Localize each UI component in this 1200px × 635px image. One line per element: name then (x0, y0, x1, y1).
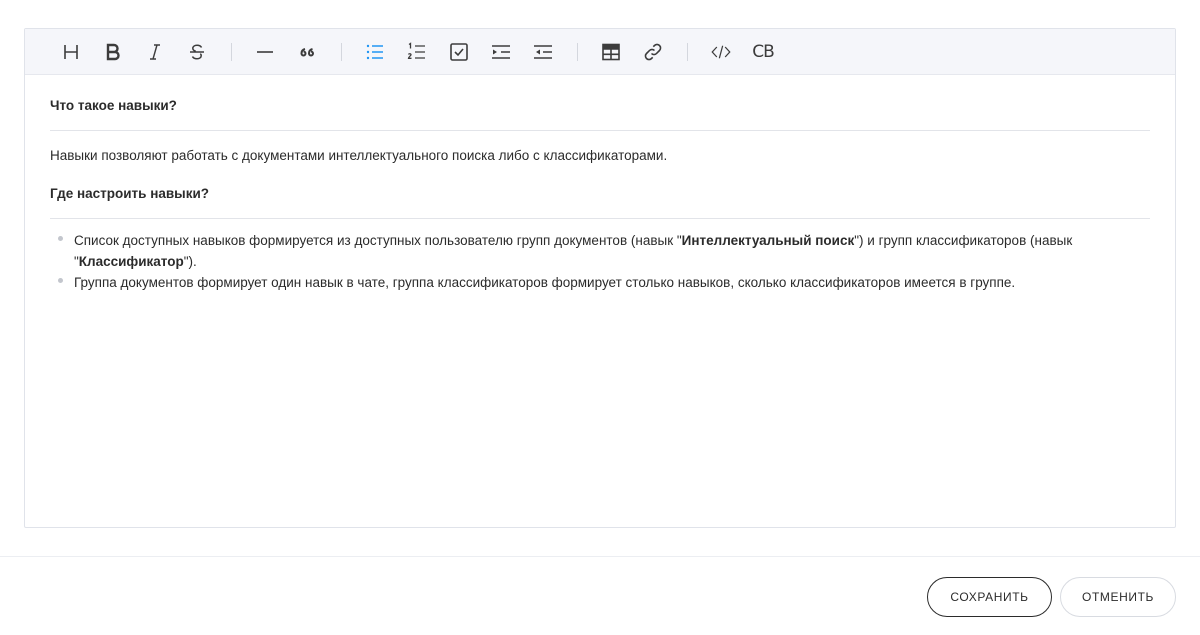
blockquote-button[interactable] (286, 36, 328, 68)
toolbar-divider (577, 42, 578, 61)
outdent-button[interactable] (522, 36, 564, 68)
checkbox-icon (450, 42, 468, 61)
list-item: Список доступных навыков формируется из … (58, 230, 1150, 272)
ordered-list-icon (407, 41, 425, 59)
bold-icon (106, 43, 120, 60)
link-button[interactable] (632, 36, 674, 68)
table-icon (602, 43, 620, 60)
heading-divider (50, 218, 1150, 219)
bullet-list-icon (366, 44, 383, 59)
footer-divider (0, 556, 1200, 557)
list-item-bold: Классификатор (78, 254, 184, 269)
link-icon (644, 43, 662, 60)
indent-icon (492, 44, 510, 59)
horizontal-rule-icon (257, 50, 273, 53)
strikethrough-button[interactable] (176, 36, 218, 68)
strikethrough-icon (190, 43, 204, 60)
table-button[interactable] (590, 36, 632, 68)
content-heading: Что такое навыки? (50, 98, 177, 113)
editor-content[interactable]: Что такое навыки? Навыки позволяют работ… (25, 75, 1175, 293)
heading-button[interactable] (50, 36, 92, 68)
italic-icon (150, 43, 160, 60)
toolbar-divider (231, 42, 232, 61)
list-item-bold: Интеллектуальный поиск (681, 233, 855, 248)
code-block-button[interactable]: CB (742, 36, 784, 68)
horizontal-rule-button[interactable] (244, 36, 286, 68)
toolbar-divider (341, 42, 342, 61)
list-item-text: "). (183, 254, 197, 269)
indent-button[interactable] (480, 36, 522, 68)
outdent-icon (534, 44, 552, 59)
heading-divider (50, 130, 1150, 131)
bullet-list-button[interactable] (354, 36, 396, 68)
heading-icon (64, 44, 78, 59)
content-paragraph: Навыки позволяют работать с документами … (50, 148, 668, 163)
ordered-list-button[interactable] (396, 36, 438, 68)
italic-button[interactable] (134, 36, 176, 68)
cancel-button[interactable]: ОТМЕНИТЬ (1060, 577, 1176, 617)
list-item: Группа документов формирует один навык в… (58, 272, 1150, 293)
list-item-text: Список доступных навыков формируется из … (74, 233, 682, 248)
toolbar-divider (687, 42, 688, 61)
editor-toolbar: CB (25, 29, 1175, 75)
markdown-editor: CB Что такое навыки? Навыки позволяют ра… (24, 28, 1176, 528)
code-block-icon: CB (752, 41, 775, 62)
bold-button[interactable] (92, 36, 134, 68)
bullet-list: Список доступных навыков формируется из … (50, 230, 1150, 293)
list-item-text: Группа документов формирует один навык в… (74, 275, 1016, 290)
quote-icon (300, 47, 314, 56)
save-button[interactable]: СОХРАНИТЬ (927, 577, 1052, 617)
content-heading: Где настроить навыки? (50, 186, 209, 201)
code-icon (711, 45, 731, 58)
code-button[interactable] (700, 36, 742, 68)
task-list-button[interactable] (438, 36, 480, 68)
